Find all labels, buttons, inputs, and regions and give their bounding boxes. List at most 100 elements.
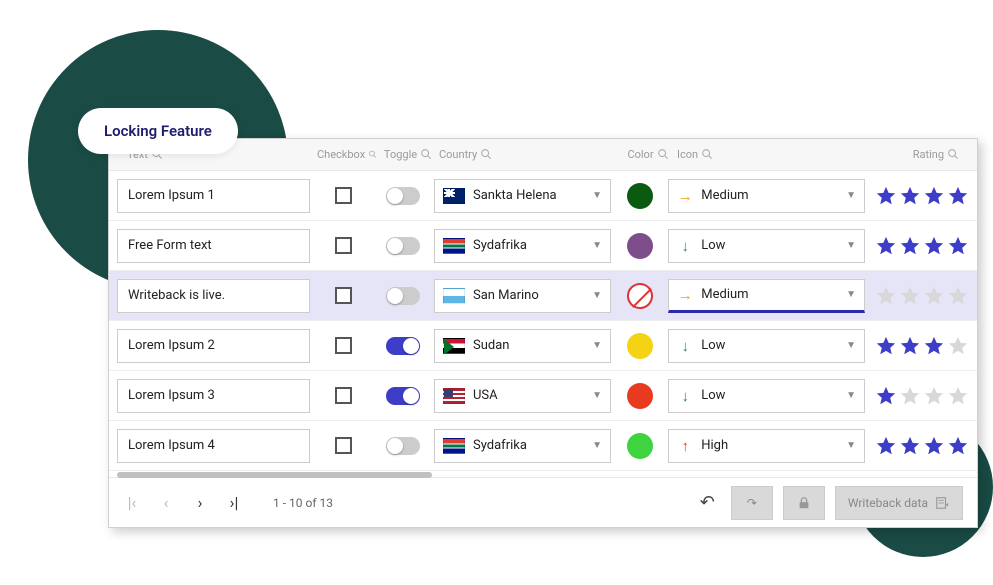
star-icon[interactable] [875,385,897,407]
table-row[interactable]: Lorem Ipsum 3 USA ▼ ↓Low ▼ [109,371,977,421]
priority-select[interactable]: ↓Low ▼ [668,329,865,363]
star-icon[interactable] [875,185,897,207]
chevron-down-icon: ▼ [592,190,602,201]
redo-button[interactable]: ↷ [731,486,773,520]
grid-header: Text Checkbox Toggle Country Color Icon … [109,139,977,171]
rating-stars[interactable] [869,185,969,207]
star-icon[interactable] [947,185,969,207]
text-input[interactable]: Lorem Ipsum 1 [117,179,310,213]
toggle-switch[interactable] [386,187,420,205]
rating-stars[interactable] [869,285,969,307]
col-country[interactable]: Country [439,148,619,161]
text-input[interactable]: Lorem Ipsum 2 [117,329,310,363]
table-row[interactable]: Lorem Ipsum 4 Sydafrika ▼ ↑High ▼ [109,421,977,471]
star-icon[interactable] [923,185,945,207]
star-icon[interactable] [899,385,921,407]
star-icon[interactable] [899,335,921,357]
next-page-button[interactable]: › [191,493,209,512]
horizontal-scrollbar[interactable] [117,472,432,478]
chevron-down-icon: ▼ [846,190,856,201]
flag-icon [443,238,465,254]
chevron-down-icon: ▼ [846,390,856,401]
priority-label: Medium [701,188,748,203]
checkbox[interactable] [335,187,352,204]
table-row[interactable]: Lorem Ipsum 1 Sankta Helena ▼ →Medium ▼ [109,171,977,221]
priority-label: High [701,438,728,453]
first-page-button[interactable]: |‹ [123,493,141,512]
toggle-switch[interactable] [386,387,420,405]
country-label: Sydafrika [473,438,527,453]
color-dot[interactable] [627,433,653,459]
priority-select[interactable]: ↓Low ▼ [668,229,865,263]
color-dot[interactable] [627,233,653,259]
table-row[interactable]: Free Form text Sydafrika ▼ ↓Low ▼ [109,221,977,271]
checkbox[interactable] [335,287,352,304]
toggle-switch[interactable] [386,337,420,355]
col-label: Color [627,148,653,161]
star-icon[interactable] [947,335,969,357]
star-icon[interactable] [899,285,921,307]
checkbox[interactable] [335,237,352,254]
color-none-icon[interactable] [627,283,653,309]
col-checkbox[interactable]: Checkbox [317,148,377,161]
star-icon[interactable] [899,185,921,207]
color-dot[interactable] [627,183,653,209]
table-row[interactable]: Writeback is live. San Marino ▼ →Medium … [109,271,977,321]
rating-stars[interactable] [869,235,969,257]
star-icon[interactable] [947,435,969,457]
star-icon[interactable] [923,235,945,257]
text-input[interactable]: Lorem Ipsum 3 [117,379,310,413]
color-dot[interactable] [627,333,653,359]
color-dot[interactable] [627,383,653,409]
toggle-switch[interactable] [386,437,420,455]
col-icon[interactable]: Icon [677,148,877,161]
rating-stars[interactable] [869,335,969,357]
star-icon[interactable] [923,435,945,457]
toggle-switch[interactable] [386,287,420,305]
col-color[interactable]: Color [623,148,673,161]
star-icon[interactable] [875,435,897,457]
priority-select[interactable]: ↓Low ▼ [668,379,865,413]
star-icon[interactable] [875,335,897,357]
search-icon [948,149,959,160]
star-icon[interactable] [947,385,969,407]
last-page-button[interactable]: ›| [225,493,243,512]
priority-select[interactable]: ↑High ▼ [668,429,865,463]
undo-button[interactable]: ↶ [694,492,721,513]
col-toggle[interactable]: Toggle [381,148,435,161]
checkbox[interactable] [335,387,352,404]
country-select[interactable]: Sydafrika ▼ [434,429,611,463]
toggle-switch[interactable] [386,237,420,255]
checkbox[interactable] [335,337,352,354]
col-rating[interactable]: Rating [881,148,969,161]
table-row[interactable]: Lorem Ipsum 2 Sudan ▼ ↓Low ▼ [109,321,977,371]
text-input[interactable]: Free Form text [117,229,310,263]
country-select[interactable]: Sudan ▼ [434,329,611,363]
checkbox[interactable] [335,437,352,454]
prev-page-button[interactable]: ‹ [157,493,175,512]
star-icon[interactable] [923,335,945,357]
star-icon[interactable] [947,235,969,257]
text-input[interactable]: Writeback is live. [117,279,310,313]
country-select[interactable]: Sankta Helena ▼ [434,179,611,213]
star-icon[interactable] [947,285,969,307]
star-icon[interactable] [923,285,945,307]
star-icon[interactable] [899,235,921,257]
arrow-up-icon: ↑ [677,437,693,455]
priority-select[interactable]: →Medium ▼ [668,179,865,213]
search-icon [421,149,432,160]
star-icon[interactable] [899,435,921,457]
star-icon[interactable] [923,385,945,407]
country-select[interactable]: San Marino ▼ [434,279,611,313]
priority-select[interactable]: →Medium ▼ [668,279,865,313]
country-select[interactable]: Sydafrika ▼ [434,229,611,263]
rating-stars[interactable] [869,435,969,457]
lock-button[interactable] [783,486,825,520]
rating-stars[interactable] [869,385,969,407]
star-icon[interactable] [875,235,897,257]
writeback-button[interactable]: Writeback data [835,486,963,520]
country-label: Sudan [473,338,509,353]
text-input[interactable]: Lorem Ipsum 4 [117,429,310,463]
country-select[interactable]: USA ▼ [434,379,611,413]
star-icon[interactable] [875,285,897,307]
